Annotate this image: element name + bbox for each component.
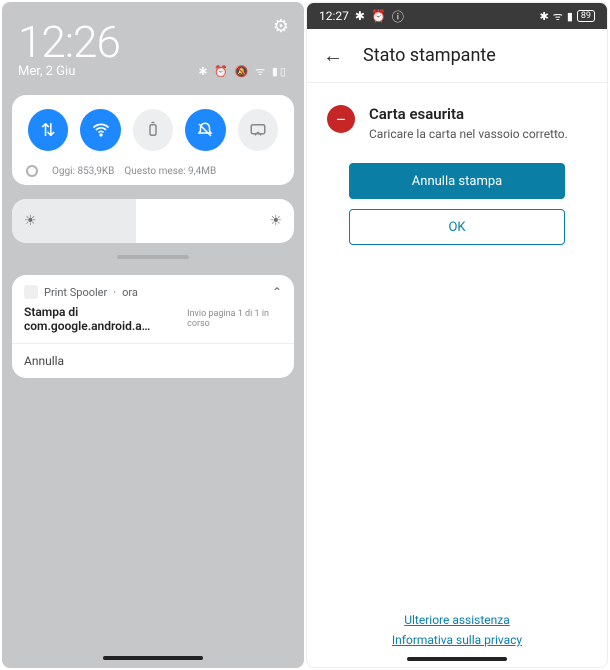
status-time: 12:27 (319, 9, 349, 23)
dnd-icon: ✱ (355, 9, 365, 23)
dnd-toggle[interactable] (185, 109, 225, 151)
wifi-toggle[interactable] (80, 109, 120, 151)
settings-gear-icon[interactable]: ⚙ (273, 16, 288, 37)
wifi-icon: ᯤ (553, 9, 563, 24)
home-indicator[interactable] (103, 656, 203, 660)
alert-section: – Carta esaurita Caricare la carta nel v… (307, 83, 607, 267)
data-usage-icon (26, 165, 38, 177)
notification-time: ora (122, 286, 138, 299)
alarm-icon: ⏰ (371, 9, 386, 23)
notification-shade-screen: 12:26 ⚙ Mer, 2 Giu ✱ ⏰ 🔕 ᯤ ▮▯ ⇅ O (2, 2, 304, 668)
date-text: Mer, 2 Giu (18, 64, 75, 79)
out-of-paper-alert: – Carta esaurita Caricare la carta nel v… (327, 105, 587, 141)
alert-title: Carta esaurita (369, 105, 568, 123)
date-row: Mer, 2 Giu ✱ ⏰ 🔕 ᯤ ▮▯ (18, 64, 288, 79)
printer-status-screen: 12:27 ✱ ⏰ ⓘ ✱ ᯤ ▮ 89 ← Stato stampante –… (306, 2, 608, 668)
cast-toggle[interactable] (238, 109, 278, 151)
help-link[interactable]: Ulteriore assistenza (307, 613, 607, 627)
collapse-icon[interactable]: ⌃ (272, 285, 282, 299)
notification-app: Print Spooler (44, 286, 107, 299)
clock-row: 12:26 ⚙ (18, 16, 288, 68)
quick-settings-row: ⇅ (22, 107, 284, 159)
mobile-data-toggle[interactable]: ⇅ (28, 109, 68, 151)
shade-drag-handle[interactable] (117, 255, 189, 259)
info-icon: ⓘ (392, 8, 404, 25)
notification-title-row: Stampa di com.google.android.a… Invio pa… (24, 305, 282, 333)
status-header: 12:26 ⚙ Mer, 2 Giu ✱ ⏰ 🔕 ᯤ ▮▯ (2, 2, 304, 87)
power-toggle[interactable] (133, 109, 173, 151)
privacy-link[interactable]: Informativa sulla privacy (307, 633, 607, 647)
divider (12, 343, 294, 344)
status-icons: ✱ ⏰ 🔕 ᯤ ▮▯ (198, 64, 288, 79)
quick-settings-card: ⇅ Oggi: 853,9KB Questo mese: 9,4MB (12, 95, 294, 185)
printer-icon (24, 285, 38, 299)
notification-header: Print Spooler · ora ⌃ (24, 285, 282, 299)
data-today: Oggi: 853,9KB (52, 166, 114, 177)
data-usage-row: Oggi: 853,9KB Questo mese: 9,4MB (22, 159, 284, 177)
action-buttons: Annulla stampa OK (327, 163, 587, 245)
page-title: Stato stampante (363, 45, 496, 66)
signal-icon: ▮ (567, 10, 573, 23)
bluetooth-icon: ✱ (540, 10, 549, 23)
notification-subtitle: Invio pagina 1 di 1 in corso (187, 309, 282, 329)
app-header: ← Stato stampante (307, 29, 607, 83)
error-minus-icon: – (327, 105, 355, 133)
battery-indicator: 89 (577, 10, 595, 22)
clock-time: 12:26 (18, 16, 120, 68)
status-bar: 12:27 ✱ ⏰ ⓘ ✱ ᯤ ▮ 89 (307, 3, 607, 29)
data-month: Questo mese: 9,4MB (124, 166, 216, 177)
notification-cancel-action[interactable]: Annulla (24, 354, 282, 368)
print-spooler-notification[interactable]: Print Spooler · ora ⌃ Stampa di com.goog… (12, 275, 294, 378)
alert-subtitle: Caricare la carta nel vassoio corretto. (369, 127, 568, 141)
back-arrow-icon[interactable]: ← (323, 43, 343, 68)
ok-button[interactable]: OK (349, 209, 565, 245)
brightness-slider[interactable]: ☀ ☀ (12, 199, 294, 243)
brightness-low-icon: ☀ (24, 213, 37, 229)
home-indicator[interactable] (407, 657, 507, 661)
notification-title: Stampa di com.google.android.a… (24, 305, 187, 333)
brightness-high-icon: ☀ (269, 213, 282, 229)
cancel-print-button[interactable]: Annulla stampa (349, 163, 565, 199)
